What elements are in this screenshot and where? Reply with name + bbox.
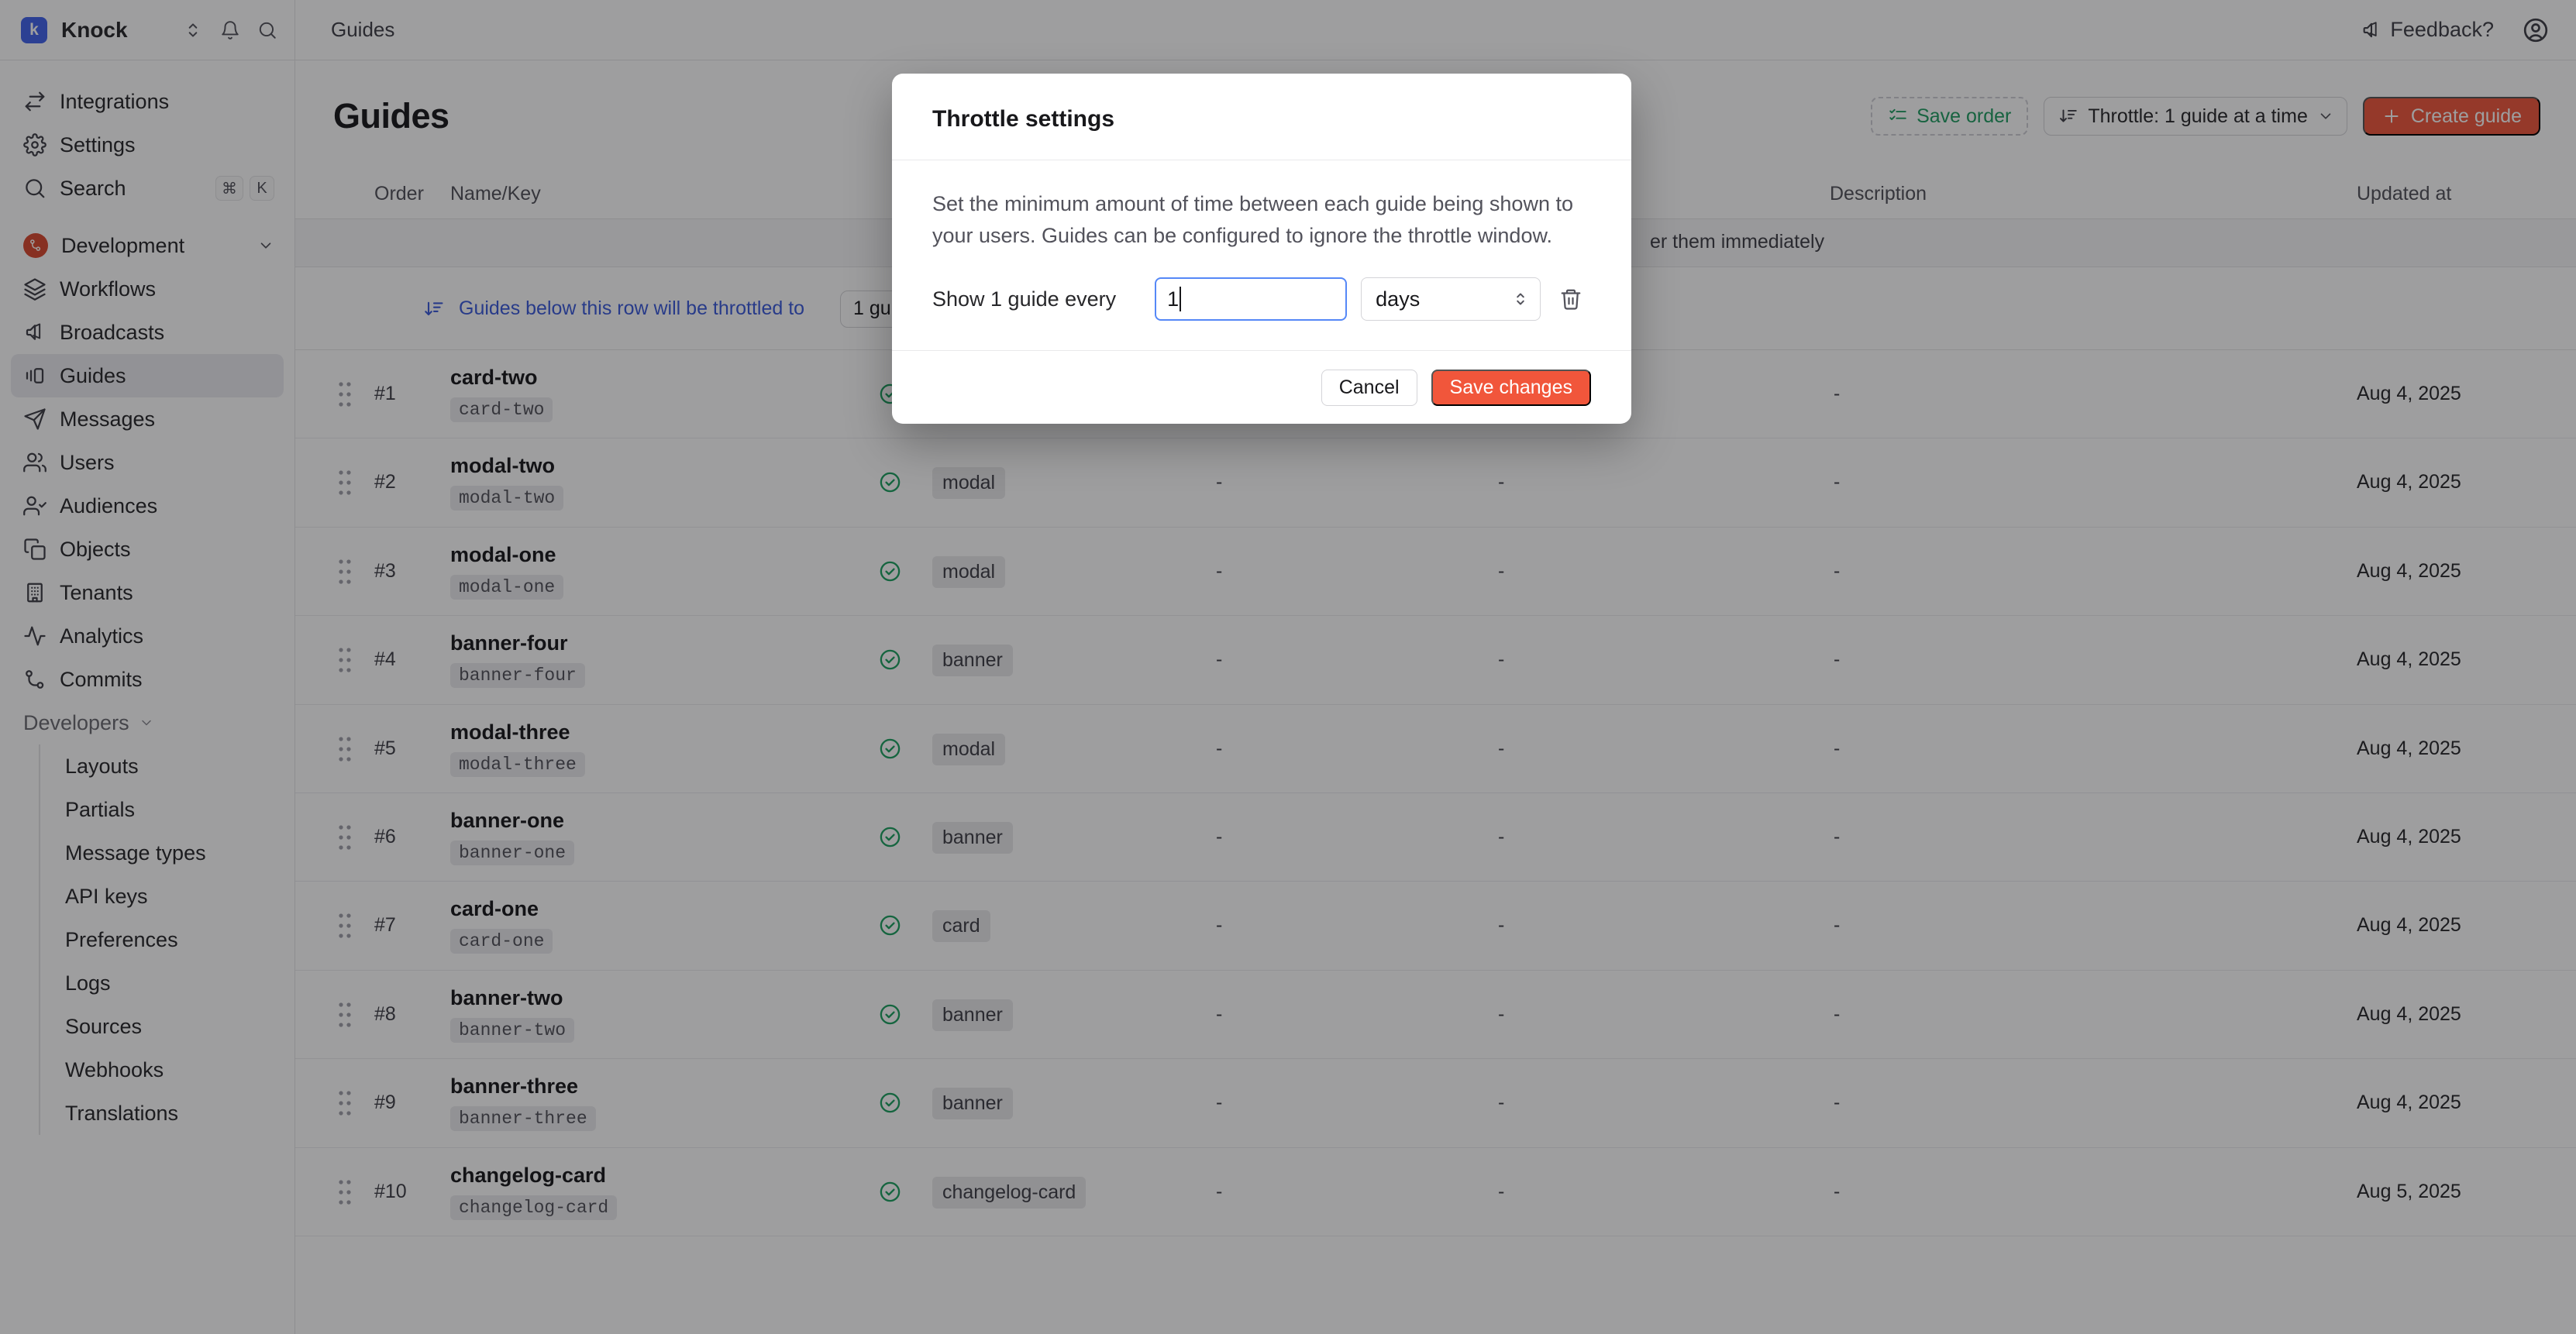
select-stepper-icon xyxy=(1510,289,1531,309)
trash-icon[interactable] xyxy=(1559,287,1582,311)
modal-description: Set the minimum amount of time between e… xyxy=(932,188,1583,252)
cancel-button[interactable]: Cancel xyxy=(1321,370,1417,406)
throttle-form-label: Show 1 guide every xyxy=(932,287,1116,311)
throttle-amount-value: 1 xyxy=(1167,287,1179,311)
throttle-amount-input[interactable]: 1 xyxy=(1155,277,1347,321)
modal-title: Throttle settings xyxy=(932,106,1591,132)
throttle-unit-value: days xyxy=(1376,287,1420,311)
throttle-unit-select[interactable]: days xyxy=(1361,277,1541,321)
text-caret xyxy=(1180,287,1181,311)
save-changes-button[interactable]: Save changes xyxy=(1431,370,1591,406)
throttle-settings-modal: Throttle settings Set the minimum amount… xyxy=(892,74,1631,424)
